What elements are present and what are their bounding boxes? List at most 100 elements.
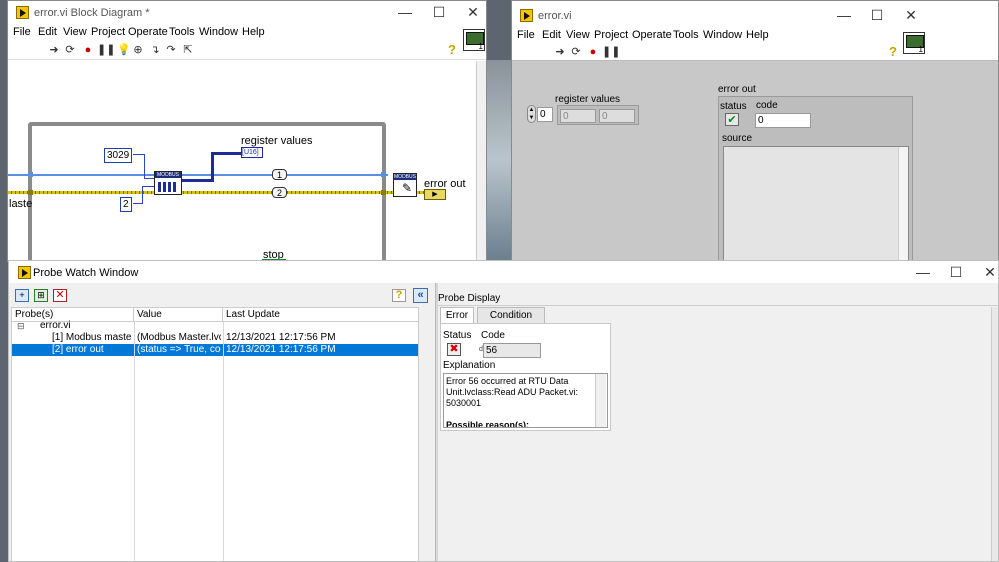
tree-collapse-icon[interactable]: ⊟: [17, 320, 25, 332]
pause-icon[interactable]: ❚❚: [97, 44, 115, 56]
tab-condition[interactable]: Condition: [477, 307, 545, 323]
menu-project[interactable]: Project: [91, 26, 125, 38]
labview-logo-icon: [18, 266, 31, 279]
remove-probe-icon[interactable]: ✕: [53, 289, 67, 302]
menu-help[interactable]: Help: [242, 26, 265, 38]
front-panel-titlebar[interactable]: error.vi — ☐ ✕: [512, 1, 998, 27]
left-tunnel-master: [28, 172, 33, 177]
menu-help[interactable]: Help: [746, 29, 769, 41]
front-panel-window: error.vi — ☐ ✕ File Edit View Project Op…: [511, 0, 999, 262]
labview-logo-icon: [16, 6, 29, 19]
code-label: code: [756, 100, 778, 111]
close-icon[interactable]: ✕: [973, 261, 998, 285]
start-address-constant[interactable]: 3029: [104, 148, 132, 163]
retain-wire-values-icon[interactable]: ⊕: [132, 44, 144, 56]
explanation-line-bold: Possible reason(s):: [446, 420, 530, 428]
probe-tree-icon[interactable]: ⊞: [34, 289, 48, 302]
index-array-2[interactable]: 2: [272, 187, 287, 198]
maximize-icon[interactable]: ☐: [422, 1, 456, 25]
probe-row-modbus-master[interactable]: [1] Modbus master o (Modbus Master.lvcla…: [12, 332, 418, 344]
menu-operate[interactable]: Operate: [632, 29, 672, 41]
left-tunnel-error: [28, 190, 33, 195]
highlight-execution-icon[interactable]: 💡: [117, 44, 131, 56]
source-scrollbar[interactable]: [898, 147, 908, 261]
run-continuously-icon[interactable]: ⟳: [570, 46, 582, 58]
close-icon[interactable]: ✕: [456, 1, 486, 25]
menu-edit[interactable]: Edit: [542, 29, 561, 41]
close-icon[interactable]: ✕: [894, 4, 928, 28]
labview-logo-icon: [520, 9, 533, 22]
start-address-wire-v: [144, 154, 145, 178]
array-index-display[interactable]: 0: [537, 107, 553, 122]
menu-window[interactable]: Window: [199, 26, 238, 38]
block-diagram-window: error.vi Block Diagram * — ☐ ✕ File Edit…: [7, 0, 487, 262]
minimize-icon[interactable]: —: [906, 261, 940, 285]
pause-icon[interactable]: ❚❚: [602, 46, 620, 58]
register-values-wire-v: [211, 152, 214, 182]
menu-project[interactable]: Project: [594, 29, 628, 41]
diagram-vertical-scrollbar[interactable]: [476, 61, 486, 261]
probe-row-vi[interactable]: ⊟ error.vi: [12, 320, 418, 332]
close-subvi-header-label: MODBUS: [394, 174, 416, 180]
menu-file[interactable]: File: [13, 26, 31, 38]
maximize-icon[interactable]: ☐: [860, 4, 894, 28]
status-indicator-checkmark-icon: ✔: [725, 113, 739, 126]
block-diagram-titlebar[interactable]: error.vi Block Diagram * — ☐ ✕: [8, 1, 486, 25]
block-diagram-menubar: File Edit View Project Operate Tools Win…: [8, 25, 486, 41]
step-over-icon[interactable]: ↷: [165, 44, 177, 56]
run-arrow-icon[interactable]: ➜: [48, 44, 60, 56]
probe-watch-titlebar[interactable]: Probe Watch Window — ☐ ✕: [9, 261, 998, 283]
minimize-icon[interactable]: —: [388, 1, 422, 25]
add-probe-icon[interactable]: +: [15, 289, 29, 302]
array-index-spinner-icon[interactable]: ▲ ▼: [527, 105, 536, 123]
context-help-icon[interactable]: ?: [448, 42, 460, 57]
menu-edit[interactable]: Edit: [38, 26, 57, 38]
explanation-scrollbar[interactable]: [595, 374, 606, 427]
step-into-icon[interactable]: ↴: [149, 44, 161, 56]
menu-file[interactable]: File: [517, 29, 535, 41]
source-label: source: [722, 133, 753, 144]
probe-status-label: Status: [443, 330, 472, 341]
modbus-close-subvi[interactable]: MODBUS ✎: [393, 173, 417, 197]
maximize-icon[interactable]: ☐: [939, 261, 973, 285]
run-continuously-icon[interactable]: ⟳: [64, 44, 76, 56]
probe-row-error-out[interactable]: [2] error out (status => True, code 12/1…: [12, 344, 418, 356]
status-label: status: [720, 101, 747, 112]
menu-tools[interactable]: Tools: [169, 26, 195, 38]
abort-icon[interactable]: ●: [587, 46, 599, 58]
context-help-icon[interactable]: ?: [889, 44, 901, 59]
error-cluster-wire: [8, 191, 428, 194]
probe-display-scrollbar[interactable]: [991, 307, 998, 561]
probe-name: [1] Modbus master o: [52, 332, 132, 343]
probe-code-label: Code: [481, 330, 505, 341]
minimize-icon[interactable]: —: [827, 4, 861, 28]
abort-icon[interactable]: ●: [82, 44, 94, 56]
status-error-x-icon: ✖: [447, 343, 461, 356]
menu-view[interactable]: View: [63, 26, 87, 38]
error-out-indicator[interactable]: ▶: [424, 189, 446, 200]
explanation-line: Error 56 occurred at RTU Data: [446, 376, 569, 386]
menu-view[interactable]: View: [566, 29, 590, 41]
probe-value: (status => True, code: [137, 344, 221, 355]
menu-tools[interactable]: Tools: [673, 29, 699, 41]
run-arrow-icon[interactable]: ➜: [554, 46, 566, 58]
step-out-icon[interactable]: ⇱: [182, 44, 194, 56]
probe-name: [2] error out: [52, 344, 104, 355]
context-help-icon[interactable]: ?: [392, 289, 406, 302]
tab-error[interactable]: Error: [440, 307, 474, 323]
subvi-header-label: MODBUS: [155, 172, 181, 178]
desktop-wallpaper-strip: [487, 60, 512, 260]
collapse-probe-display-icon[interactable]: «: [413, 288, 428, 303]
modbus-read-holding-registers-subvi[interactable]: MODBUS: [154, 171, 182, 195]
register-values-indicator[interactable]: [U16]: [241, 147, 263, 158]
vi-icon-connector-pane[interactable]: [463, 29, 485, 51]
right-tunnel-master: [381, 172, 386, 177]
probe-code-value: 56: [483, 343, 541, 358]
block-diagram-toolbar: ➜ ⟳ ● ❚❚ 💡 ⊕ ↴ ↷ ⇱: [8, 41, 486, 60]
index-array-1[interactable]: 1: [272, 169, 287, 180]
vi-icon-connector-pane[interactable]: [903, 32, 925, 54]
menu-window[interactable]: Window: [703, 29, 742, 41]
menu-operate[interactable]: Operate: [128, 26, 168, 38]
code-value-display: 0: [755, 113, 811, 128]
count-constant[interactable]: 2: [120, 197, 132, 212]
